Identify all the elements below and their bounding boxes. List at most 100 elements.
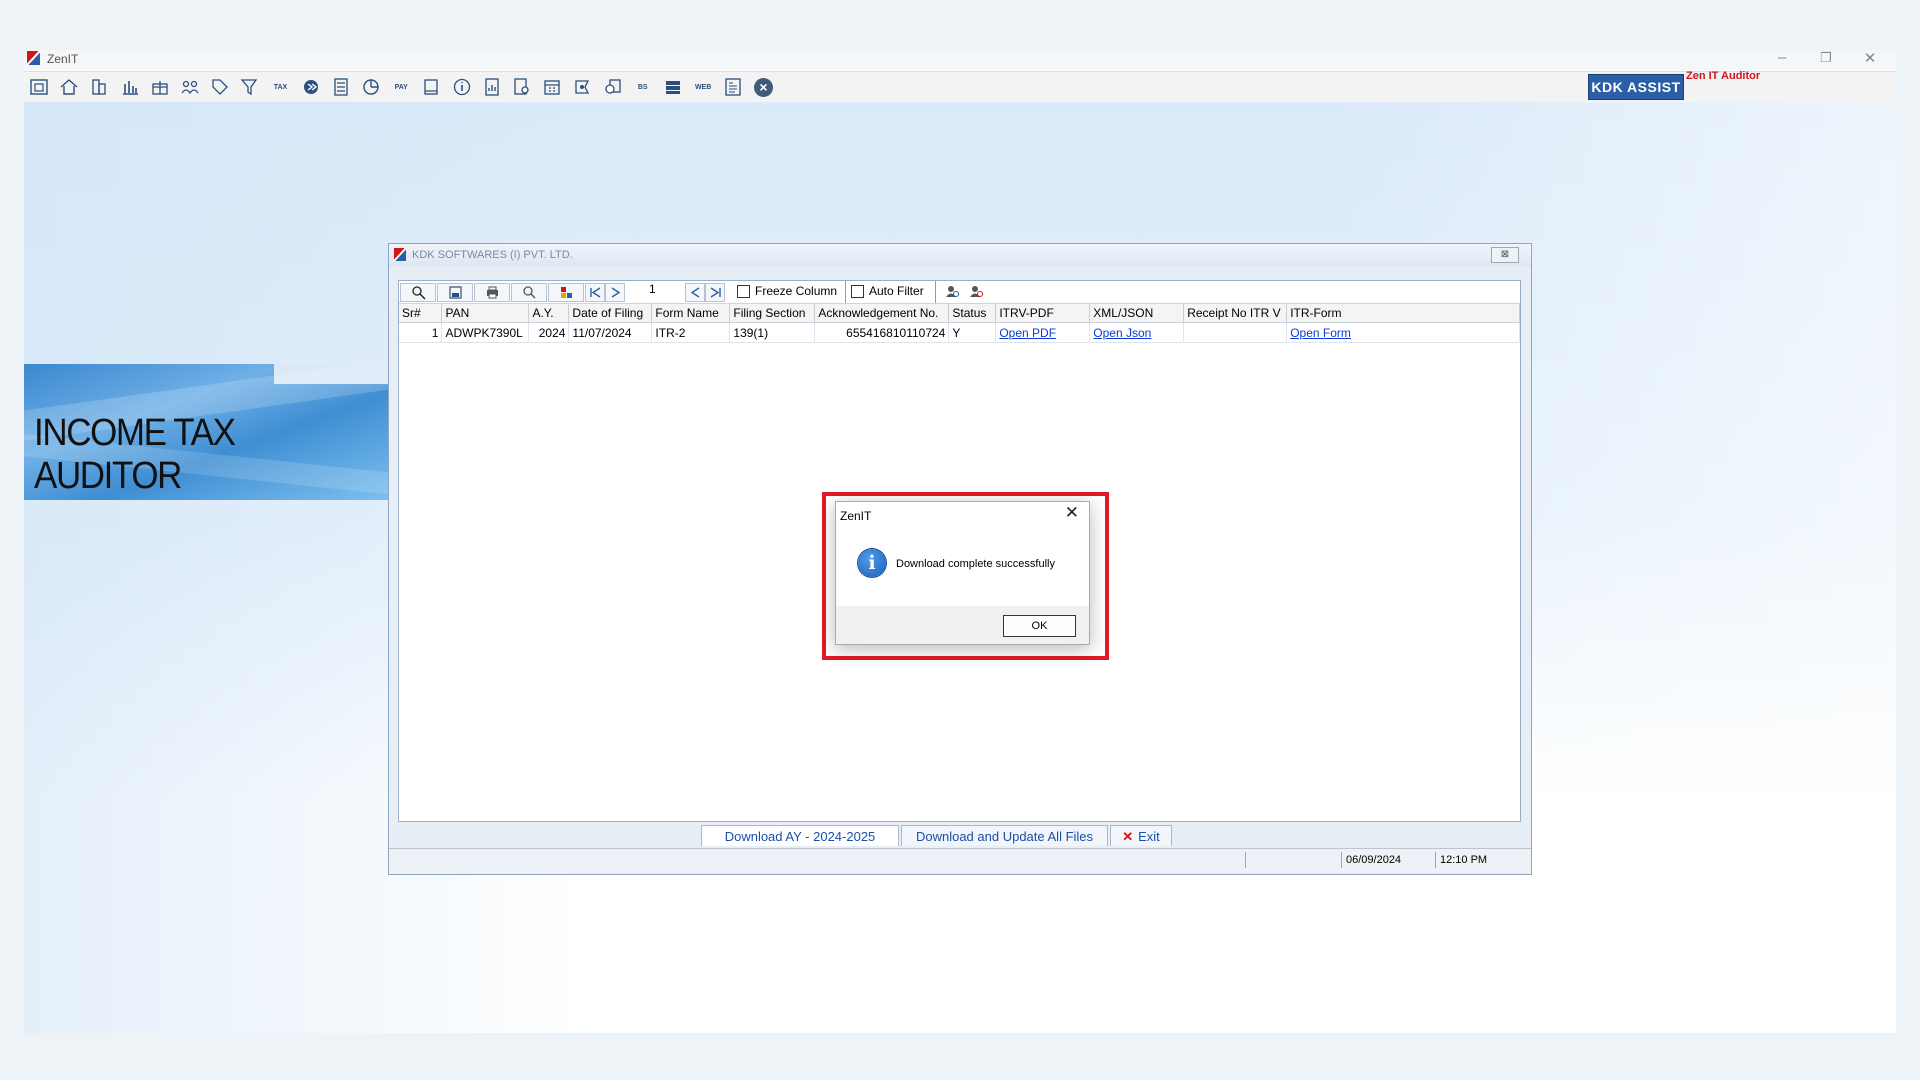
user-filter-icon[interactable] xyxy=(966,283,986,300)
first-page-icon[interactable] xyxy=(585,283,605,302)
kdk-assist-button[interactable]: KDK ASSIST xyxy=(1588,74,1684,100)
close-icon[interactable]: × xyxy=(753,76,775,98)
auto-filter-checkbox[interactable]: Auto Filter xyxy=(851,284,924,298)
open-json-link[interactable]: Open Json xyxy=(1093,326,1151,340)
copy-icon[interactable] xyxy=(602,76,624,98)
cell-ack: 655416810110724 xyxy=(814,322,950,343)
cell-ay: 2024 xyxy=(528,322,570,343)
print-icon[interactable] xyxy=(474,283,510,302)
dialog-footer: OK xyxy=(836,606,1089,644)
web-icon[interactable]: WEB xyxy=(692,76,714,98)
col-sr[interactable]: Sr# xyxy=(399,304,443,323)
status-bar: 06/09/2024 12:10 PM xyxy=(389,848,1531,873)
grid-toolbar: 1 Freeze Column Auto Filter xyxy=(399,281,1520,304)
status-date: 06/09/2024 xyxy=(1341,852,1436,868)
book-icon[interactable] xyxy=(420,76,442,98)
minimize-button[interactable]: – xyxy=(1772,49,1792,66)
col-status[interactable]: Status xyxy=(948,304,997,323)
cell-pan: ADWPK7390L xyxy=(441,322,530,343)
pay-icon[interactable]: PAY xyxy=(390,76,412,98)
stack-icon[interactable] xyxy=(662,76,684,98)
cell-section: 139(1) xyxy=(729,322,816,343)
app-titlebar: ZenIT – ❐ ✕ xyxy=(24,49,1896,70)
find-icon[interactable] xyxy=(511,283,547,302)
open-pdf-link[interactable]: Open PDF xyxy=(999,326,1056,340)
bs-icon[interactable]: BS xyxy=(632,76,654,98)
zen-it-auditor-label: Zen IT Auditor xyxy=(1686,70,1761,82)
main-toolbar: TAX PAY BS WEB × KDK ASSIST Zen IT Audit… xyxy=(24,70,1896,102)
filter-icon[interactable] xyxy=(239,76,261,98)
export-icon[interactable] xyxy=(400,283,436,302)
tax-icon[interactable]: TAX xyxy=(270,76,292,98)
freeze-column-checkbox[interactable]: Freeze Column xyxy=(737,284,837,298)
cell-sr: 1 xyxy=(399,322,443,343)
kdk-logo-icon xyxy=(394,248,406,261)
tag-icon[interactable] xyxy=(209,76,231,98)
col-date[interactable]: Date of Filing xyxy=(568,304,653,323)
page-number: 1 xyxy=(649,282,656,296)
building-icon[interactable] xyxy=(88,76,110,98)
close-window-button[interactable]: ✕ xyxy=(1860,49,1880,67)
dialog-close-button[interactable]: ✕ xyxy=(1065,503,1079,523)
download-complete-dialog: ZenIT ✕ i Download complete successfully… xyxy=(835,501,1090,645)
cell-date: 11/07/2024 xyxy=(568,322,653,343)
dialog-message: Download complete successfully xyxy=(896,558,1055,570)
cell-status: Y xyxy=(948,322,997,343)
app-logo-icon xyxy=(27,51,40,65)
bottom-tabs: Download AY - 2024-2025 Download and Upd… xyxy=(389,824,1531,846)
ok-button[interactable]: OK xyxy=(1003,615,1076,637)
doc-icon[interactable] xyxy=(722,76,744,98)
exit-x-icon: ✕ xyxy=(1122,829,1134,844)
bar-chart-icon[interactable] xyxy=(119,76,141,98)
pie-chart-icon[interactable] xyxy=(360,76,382,98)
col-xml[interactable]: XML/JSON xyxy=(1089,304,1185,323)
cell-itrv: Open PDF xyxy=(995,322,1091,343)
col-ay[interactable]: A.Y. xyxy=(528,304,570,323)
cell-receipt xyxy=(1183,322,1288,343)
filings-table: Sr# PAN A.Y. Date of Filing Form Name Fi… xyxy=(399,304,1520,343)
status-time: 12:10 PM xyxy=(1435,852,1520,868)
calculator-icon[interactable] xyxy=(330,76,352,98)
home-icon[interactable] xyxy=(58,76,80,98)
col-section[interactable]: Filing Section xyxy=(729,304,816,323)
save-icon[interactable] xyxy=(437,283,473,302)
app-title: ZenIT xyxy=(47,52,79,66)
stamp-icon[interactable] xyxy=(571,76,593,98)
tab-download-ay[interactable]: Download AY - 2024-2025 xyxy=(701,825,899,846)
open-form-link[interactable]: Open Form xyxy=(1290,326,1351,340)
info-icon: i xyxy=(858,549,886,577)
cell-itr-form: Open Form xyxy=(1286,322,1520,343)
next-page-icon[interactable] xyxy=(685,283,705,302)
income-tax-banner: INCOME TAX AUDITOR xyxy=(24,364,390,500)
info-icon[interactable] xyxy=(451,76,473,98)
table-row[interactable]: 1 ADWPK7390L 2024 11/07/2024 ITR-2 139(1… xyxy=(399,322,1520,343)
sort-icon[interactable] xyxy=(548,283,584,302)
download-window-title: KDK SOFTWARES (I) PVT. LTD. xyxy=(412,249,573,261)
col-itr-form[interactable]: ITR-Form xyxy=(1286,304,1520,323)
prev-page-icon[interactable] xyxy=(605,283,625,302)
col-itrv[interactable]: ITRV-PDF xyxy=(995,304,1091,323)
dialog-title: ZenIT xyxy=(840,509,872,523)
col-receipt[interactable]: Receipt No ITR V xyxy=(1183,304,1288,323)
col-pan[interactable]: PAN xyxy=(441,304,530,323)
banner-title: INCOME TAX AUDITOR xyxy=(34,412,236,497)
cell-form: ITR-2 xyxy=(651,322,731,343)
last-page-icon[interactable] xyxy=(705,283,725,302)
user-search-icon[interactable] xyxy=(942,283,962,300)
tab-download-all[interactable]: Download and Update All Files xyxy=(901,825,1108,846)
cell-xml: Open Json xyxy=(1089,322,1185,343)
calendar-icon[interactable] xyxy=(541,76,563,98)
restore-button[interactable]: ❐ xyxy=(1816,50,1836,66)
toolbar-icons: TAX PAY BS WEB × xyxy=(28,76,783,98)
people-icon[interactable] xyxy=(179,76,201,98)
search-doc-icon[interactable] xyxy=(511,76,533,98)
col-ack[interactable]: Acknowledgement No. xyxy=(814,304,950,323)
tab-exit[interactable]: ✕ Exit xyxy=(1110,825,1172,846)
file-icon[interactable] xyxy=(28,76,50,98)
gift-icon[interactable] xyxy=(149,76,171,98)
download-window-titlebar: KDK SOFTWARES (I) PVT. LTD. ⊠ xyxy=(389,244,1531,266)
report-icon[interactable] xyxy=(481,76,503,98)
col-form[interactable]: Form Name xyxy=(651,304,731,323)
arrows-icon[interactable] xyxy=(300,76,322,98)
download-window-close-button[interactable]: ⊠ xyxy=(1491,247,1519,263)
